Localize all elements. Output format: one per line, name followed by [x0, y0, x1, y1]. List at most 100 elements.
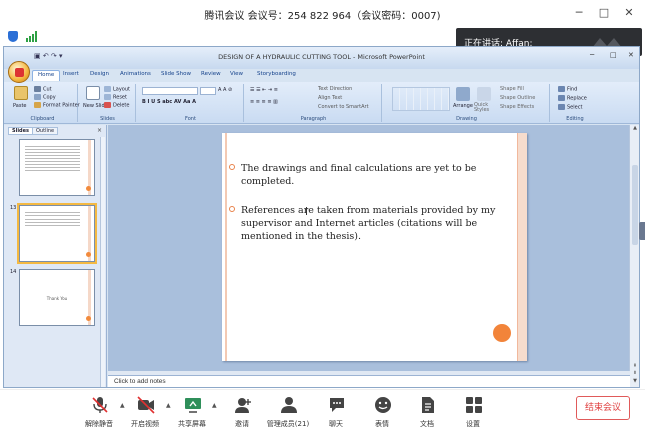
- tab-review[interactable]: Review: [201, 71, 221, 77]
- tab-insert[interactable]: Insert: [63, 71, 79, 77]
- powerpoint-window: DESIGN OF A HYDRAULIC CUTTING TOOL - Mic…: [3, 46, 640, 388]
- arrange-button[interactable]: Arrange: [453, 103, 473, 109]
- unmute-button[interactable]: 解除静音: [77, 394, 121, 430]
- layout-button[interactable]: Layout: [104, 86, 130, 93]
- font-size-select[interactable]: [200, 87, 216, 95]
- meeting-toolbar: 解除静音 ▲ 开启视频 ▲ 共享屏幕 ▲ 邀请 管理成员(21) 聊天 表情 文…: [0, 389, 645, 431]
- find-button[interactable]: Find: [558, 86, 577, 93]
- slide-left-accent: [225, 133, 227, 361]
- tab-outline[interactable]: Outline: [32, 127, 59, 135]
- cut-button[interactable]: Cut: [34, 86, 52, 93]
- cut-icon: [34, 86, 41, 92]
- tab-animations[interactable]: Animations: [120, 71, 151, 77]
- close-button[interactable]: ✕: [622, 6, 636, 19]
- group-editing: Find Replace Select Editing: [552, 84, 598, 122]
- tab-design[interactable]: Design: [90, 71, 109, 77]
- meeting-title: 腾讯会议 会议号：254 822 964（会议密码：0007): [204, 11, 441, 22]
- screen: 腾讯会议 会议号：254 822 964（会议密码：0007) ─ □ ✕ 正在…: [0, 0, 645, 431]
- format-painter-button[interactable]: Format Painter: [34, 102, 80, 109]
- slide-thumbnail[interactable]: [19, 139, 95, 196]
- manage-members-button[interactable]: 管理成员(21): [266, 394, 310, 430]
- align-text-button[interactable]: Align Text: [318, 95, 342, 101]
- signal-strength-icon[interactable]: [26, 31, 38, 42]
- minimize-button[interactable]: ─: [572, 6, 586, 19]
- pane-scrollbar[interactable]: [100, 137, 105, 387]
- emoji-button[interactable]: 表情: [360, 394, 404, 430]
- list-indent-buttons[interactable]: ☰ ☰ ⇤ ⇥ ≡: [250, 87, 278, 93]
- text-direction-button[interactable]: Text Direction: [318, 86, 352, 92]
- prev-slide-icon[interactable]: ⇞: [630, 363, 640, 369]
- reset-icon: [104, 94, 111, 100]
- shape-fill-button[interactable]: Shape Fill: [500, 86, 524, 92]
- meeting-title-bar: 腾讯会议 会议号：254 822 964（会议密码：0007) ─ □ ✕: [0, 0, 645, 28]
- pane-close-icon[interactable]: ×: [97, 127, 102, 134]
- scroll-up-icon[interactable]: ▲: [630, 125, 640, 131]
- bullet-circle-icon: [229, 206, 235, 212]
- ppt-maximize-button[interactable]: □: [610, 51, 617, 59]
- font-name-select[interactable]: [142, 87, 198, 95]
- tab-view[interactable]: View: [230, 71, 243, 77]
- font-grow-shrink-buttons[interactable]: A A ⊘: [218, 87, 232, 93]
- shapes-gallery[interactable]: [392, 87, 450, 111]
- documents-button[interactable]: 文档: [405, 394, 449, 430]
- bullet-point[interactable]: The drawings and final calculations are …: [229, 162, 499, 188]
- ppt-minimize-button[interactable]: ─: [590, 51, 594, 59]
- notes-pane[interactable]: Click to add notes: [108, 375, 630, 387]
- shape-effects-button[interactable]: Shape Effects: [500, 104, 534, 110]
- share-options-chevron-icon[interactable]: ▲: [212, 402, 217, 409]
- arrange-icon[interactable]: [456, 87, 470, 101]
- delete-icon: [104, 102, 111, 108]
- ppt-close-button[interactable]: ✕: [628, 51, 634, 59]
- select-button[interactable]: Select: [558, 104, 582, 111]
- settings-button[interactable]: 设置: [451, 394, 495, 430]
- drawing-group-label: Drawing: [456, 116, 477, 122]
- side-panel-handle[interactable]: [639, 222, 645, 240]
- maximize-button[interactable]: □: [597, 6, 611, 19]
- alignment-buttons[interactable]: ≡ ≡ ≡ ≡ ▥: [250, 99, 278, 105]
- orange-circle-decoration: [493, 324, 511, 342]
- scrollbar-thumb[interactable]: [632, 165, 638, 245]
- vertical-scrollbar[interactable]: ▲ ⇞ ⇟ ▼: [629, 125, 639, 387]
- tab-storyboarding[interactable]: Storyboarding: [257, 71, 296, 77]
- reset-button[interactable]: Reset: [104, 94, 127, 101]
- chat-icon: [330, 398, 344, 412]
- start-video-button[interactable]: 开启视频: [123, 394, 167, 430]
- group-font: A A ⊘ B I U S abc AV Aa A Font: [138, 84, 244, 122]
- quick-styles-button[interactable]: Quick Styles: [474, 103, 494, 113]
- invite-button[interactable]: 邀请: [220, 394, 264, 430]
- quick-styles-icon[interactable]: [477, 87, 491, 101]
- slides-group-label: Slides: [100, 116, 115, 122]
- new-slide-icon[interactable]: [86, 86, 100, 100]
- office-button-icon[interactable]: [8, 61, 30, 83]
- convert-smartart-button[interactable]: Convert to SmartArt: [318, 104, 369, 110]
- text-cursor-icon: [306, 207, 309, 215]
- quick-access-toolbar[interactable]: ▣ ↶ ↷ ▾: [34, 52, 63, 60]
- next-slide-icon[interactable]: ⇟: [630, 370, 640, 376]
- tab-home[interactable]: Home: [32, 70, 61, 81]
- share-screen-button[interactable]: 共享屏幕: [170, 394, 214, 430]
- slide-canvas[interactable]: The drawings and final calculations are …: [222, 133, 527, 361]
- slides-pane: Slides Outline × 13 14 Thank You: [4, 125, 107, 387]
- font-format-buttons[interactable]: B I U S abc AV Aa A: [142, 99, 196, 105]
- paste-button[interactable]: Paste: [13, 103, 27, 109]
- notes-placeholder: Click to add notes: [114, 378, 166, 385]
- group-slides: New Slide Layout Reset Delete Slides: [80, 84, 136, 122]
- tab-slide-show[interactable]: Slide Show: [161, 71, 191, 77]
- delete-slide-button[interactable]: Delete: [104, 102, 129, 109]
- scroll-down-icon[interactable]: ▼: [630, 378, 640, 384]
- chat-button[interactable]: 聊天: [314, 394, 358, 430]
- tab-slides[interactable]: Slides: [8, 127, 33, 135]
- slide-number: 13: [10, 205, 17, 211]
- slide-thumbnail-selected[interactable]: [17, 203, 97, 264]
- shield-icon[interactable]: [8, 31, 18, 42]
- end-meeting-button[interactable]: 结束会议: [576, 396, 630, 420]
- document-icon: [422, 397, 434, 413]
- shape-outline-button[interactable]: Shape Outline: [500, 95, 535, 101]
- group-clipboard: Paste Cut Copy Format Painter Clipboard: [8, 84, 80, 122]
- layout-icon: [104, 86, 111, 92]
- copy-button[interactable]: Copy: [34, 94, 56, 101]
- bullet-point[interactable]: References are taken from materials prov…: [229, 204, 499, 243]
- replace-button[interactable]: Replace: [558, 95, 587, 102]
- slide-thumbnail[interactable]: Thank You: [19, 269, 95, 326]
- paste-icon[interactable]: [14, 86, 28, 100]
